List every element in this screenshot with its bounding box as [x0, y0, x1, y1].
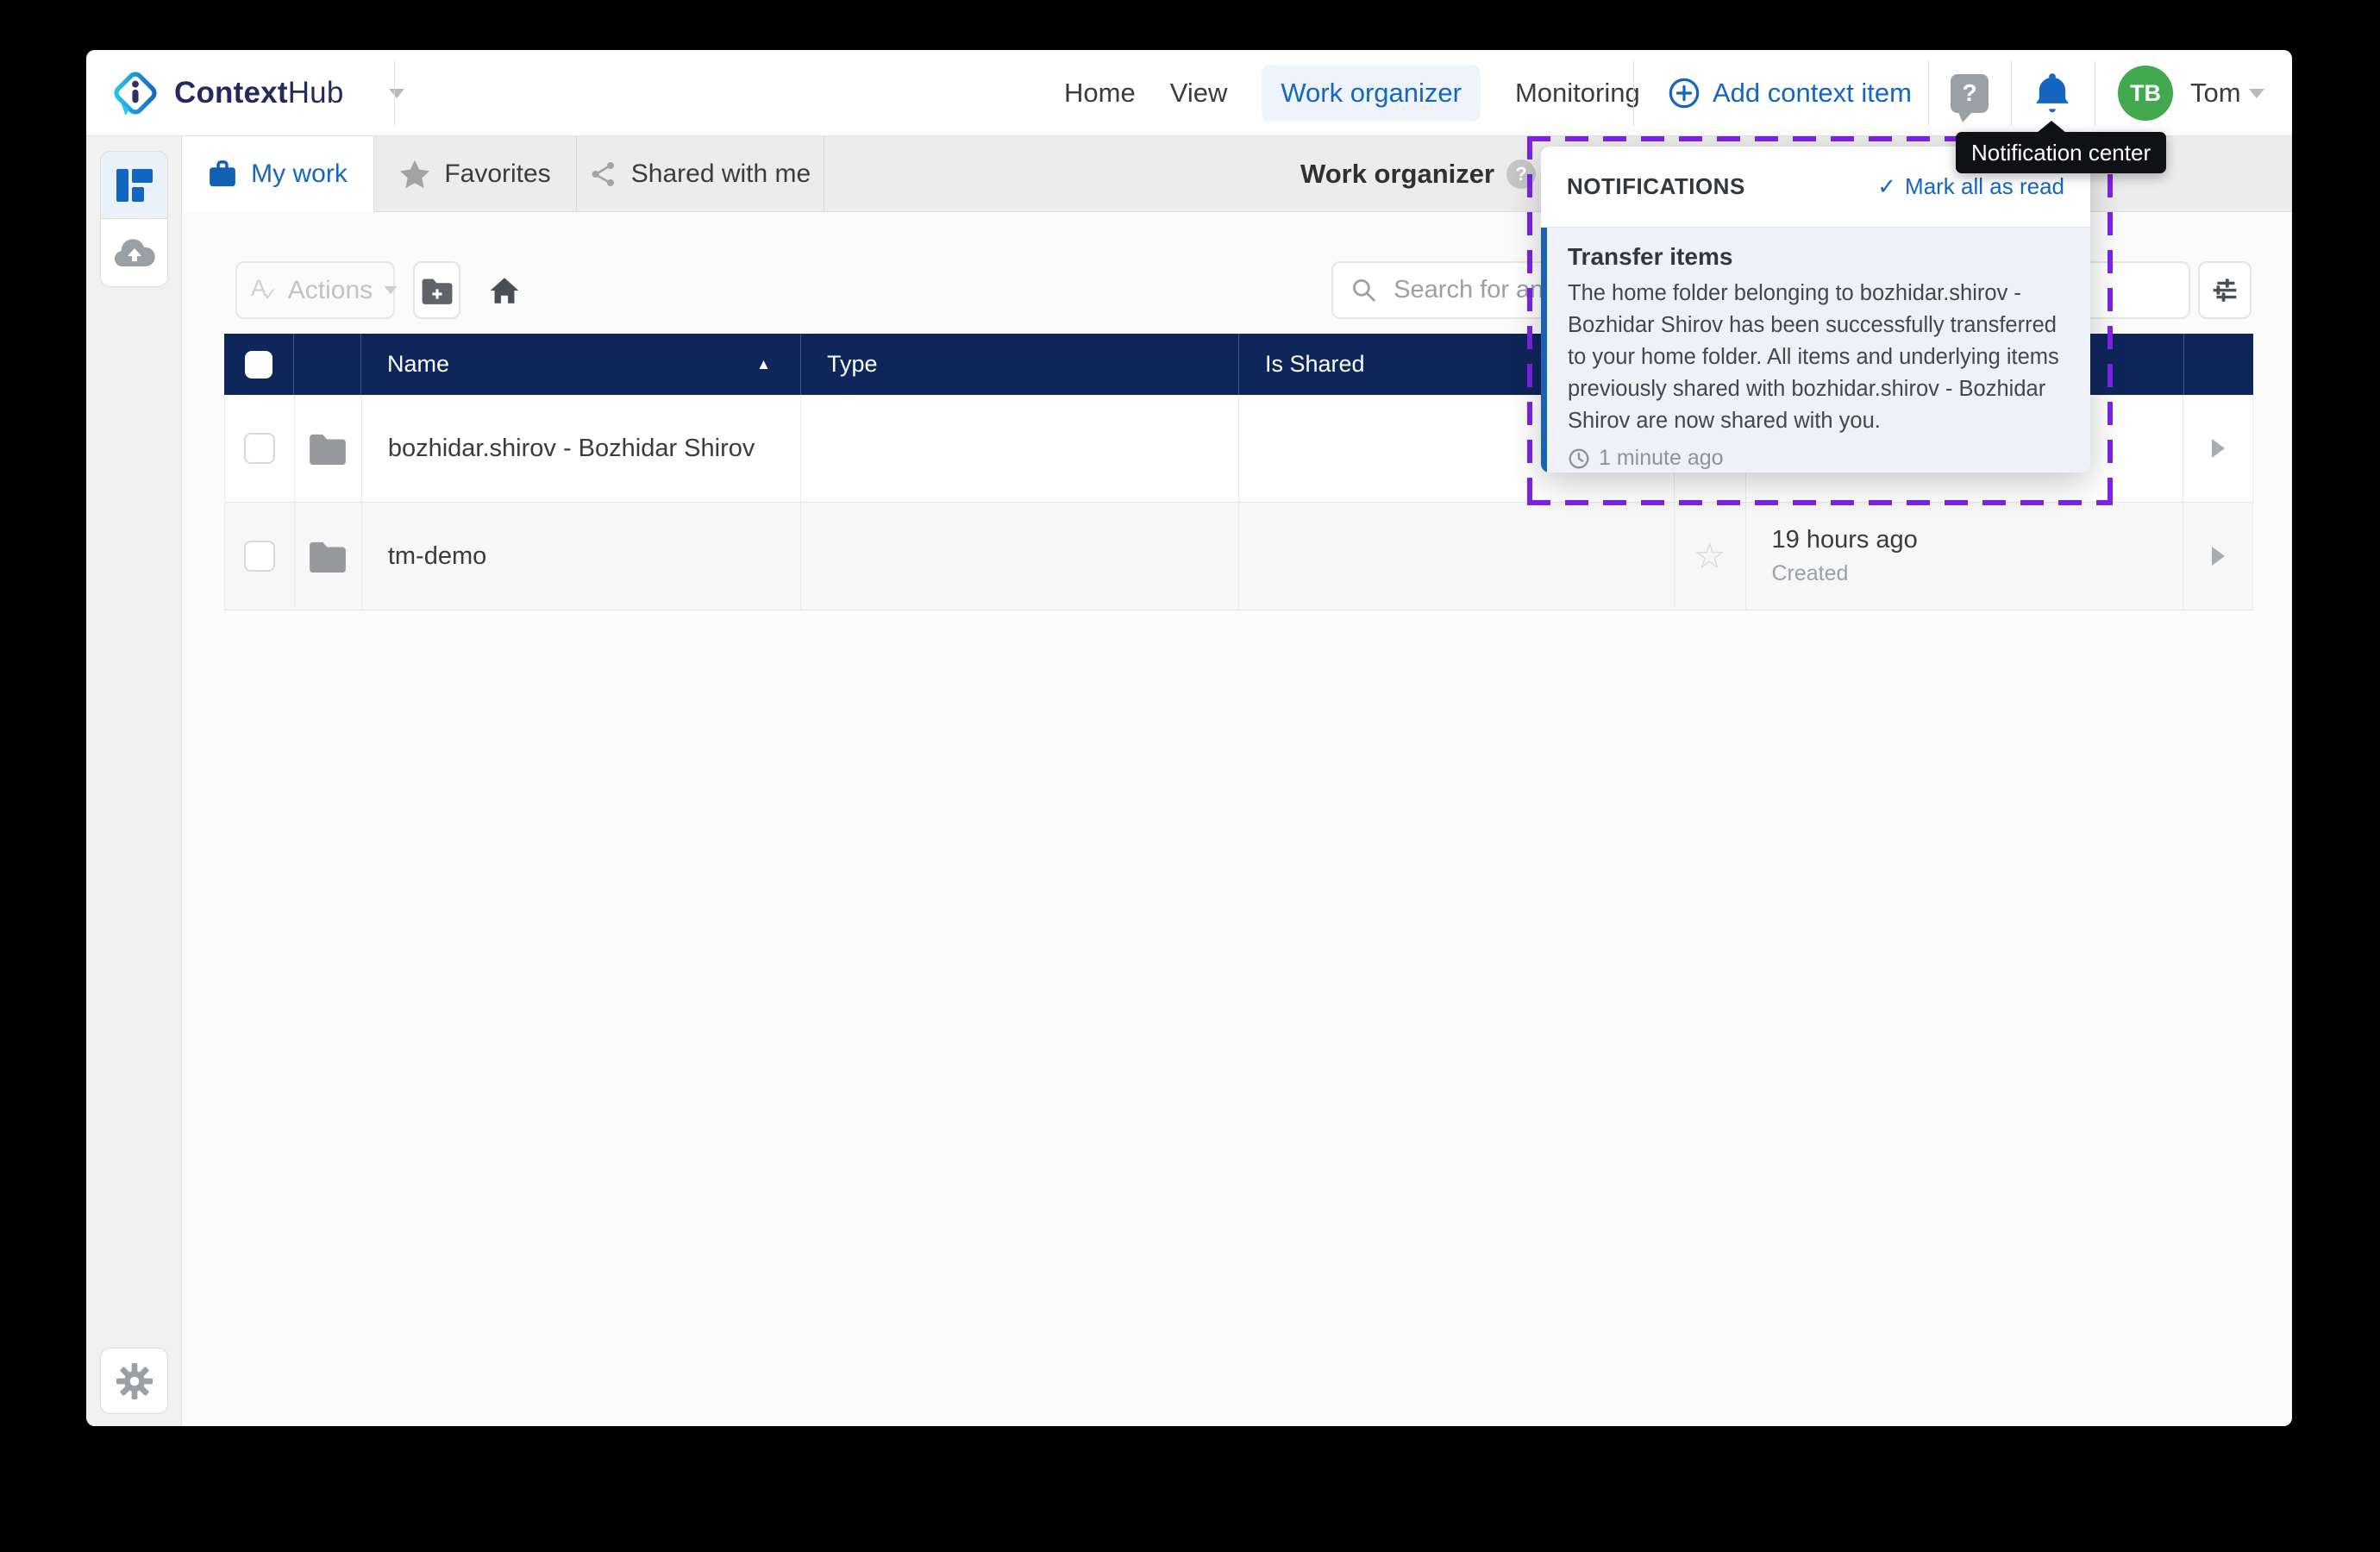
nav-item-work-organizer[interactable]: Work organizer	[1262, 65, 1481, 122]
navbar-divider	[394, 60, 395, 126]
row-expand-chevron-icon[interactable]	[2212, 547, 2225, 566]
tab-label: Shared with me	[631, 160, 811, 189]
nav-item-view[interactable]: View	[1170, 78, 1228, 109]
home-icon	[489, 276, 520, 305]
notifications-title: NOTIFICATIONS	[1567, 173, 1745, 200]
sliders-icon	[2208, 274, 2241, 307]
column-header-expand	[2183, 334, 2253, 395]
actions-label: Actions	[288, 276, 373, 305]
item-type	[800, 503, 1238, 610]
sidebar-item-work-organizer[interactable]	[101, 152, 167, 219]
mark-all-as-read-button[interactable]: ✓ Mark all as read	[1877, 173, 2064, 200]
app-window: ContextHub Home View Work organizer Moni…	[86, 50, 2292, 1426]
notification-body: The home folder belonging to bozhidar.sh…	[1568, 278, 2066, 437]
sidebar-button-group	[100, 151, 168, 287]
item-is-shared	[1238, 503, 1674, 610]
brand-chevron-down-icon	[389, 89, 404, 98]
new-folder-button[interactable]	[413, 261, 460, 319]
share-icon	[590, 160, 617, 189]
item-event: Created	[1772, 561, 1849, 586]
notification-center-panel: NOTIFICATIONS ✓ Mark all as read Transfe…	[1541, 147, 2090, 472]
user-menu[interactable]: TB	[2118, 50, 2173, 136]
notification-item[interactable]: Transfer items The home folder belonging…	[1541, 228, 2090, 472]
row-expand-chevron-icon[interactable]	[2212, 439, 2225, 458]
home-folder-button[interactable]	[480, 261, 528, 319]
actions-icon: A✓	[251, 275, 278, 305]
help-button[interactable]: ?	[1951, 50, 1989, 136]
tab-label: My work	[251, 160, 348, 189]
bell-icon	[2030, 71, 2075, 116]
item-name: bozhidar.shirov - Bozhidar Shirov	[361, 395, 801, 502]
star-icon	[399, 160, 430, 189]
notification-center-tooltip: Notification center	[1956, 132, 2166, 173]
top-navbar: ContextHub Home View Work organizer Moni…	[86, 50, 2292, 136]
page-help-icon[interactable]: ?	[1506, 160, 1536, 189]
nav-item-monitoring[interactable]: Monitoring	[1515, 78, 1640, 109]
actions-dropdown-button[interactable]: A✓ Actions	[235, 261, 395, 319]
user-chevron-down-icon[interactable]	[2249, 50, 2264, 136]
notification-title: Transfer items	[1568, 243, 2066, 271]
navbar-divider	[1633, 60, 1634, 126]
settings-button[interactable]	[100, 1348, 168, 1414]
favorite-star-icon[interactable]: ☆	[1694, 538, 1726, 574]
user-name[interactable]: Tom	[2190, 50, 2241, 136]
main-nav: Home View Work organizer Monitoring	[1064, 50, 1640, 136]
check-icon: ✓	[1877, 173, 1896, 200]
item-date-cell: 19 hours ago Created	[1745, 503, 2183, 610]
folder-plus-icon	[421, 277, 454, 304]
notification-timestamp: 1 minute ago	[1568, 446, 2066, 471]
item-type	[800, 395, 1238, 502]
avatar: TB	[2118, 66, 2173, 121]
actions-chevron-down-icon	[385, 286, 398, 294]
view-settings-button[interactable]	[2198, 261, 2252, 319]
layout-columns-icon	[115, 167, 154, 203]
cloud-upload-icon	[114, 237, 155, 268]
help-icon: ?	[1951, 74, 1989, 113]
table-row[interactable]: tm-demo ☆ 19 hours ago Created	[224, 503, 2253, 610]
page-title: Work organizer ?	[1300, 136, 1536, 212]
nav-item-home[interactable]: Home	[1064, 78, 1136, 109]
column-header-type[interactable]: Type	[800, 334, 1238, 395]
row-checkbox[interactable]	[244, 541, 275, 572]
sidebar-item-upload[interactable]	[101, 219, 167, 286]
add-context-item-button[interactable]: Add context item	[1668, 50, 1912, 136]
screenshot-frame: ContextHub Home View Work organizer Moni…	[0, 0, 2380, 1552]
contexthub-logo-icon	[112, 70, 159, 116]
column-header-name[interactable]: Name ▲	[360, 334, 800, 395]
row-checkbox[interactable]	[244, 433, 275, 464]
folder-icon	[308, 540, 348, 573]
item-date: 19 hours ago	[1772, 526, 1918, 554]
clock-icon	[1568, 447, 1590, 470]
tab-favorites[interactable]: Favorites	[374, 136, 577, 212]
search-icon	[1350, 276, 1378, 305]
left-sidebar	[86, 136, 182, 1426]
plus-circle-icon	[1668, 77, 1700, 110]
navbar-divider	[2011, 60, 2012, 126]
tab-my-work[interactable]: My work	[182, 136, 374, 212]
briefcase-icon	[208, 160, 237, 188]
tab-label: Favorites	[444, 160, 550, 189]
brand-menu[interactable]: ContextHub	[112, 50, 404, 136]
column-header-icon	[293, 334, 360, 395]
tab-shared-with-me[interactable]: Shared with me	[577, 136, 824, 212]
navbar-divider	[1928, 60, 1929, 126]
select-all-checkbox[interactable]	[224, 334, 293, 395]
gear-icon	[115, 1361, 154, 1401]
tooltip-arrow	[2037, 121, 2066, 133]
brand-name: ContextHub	[174, 76, 344, 110]
sort-asc-icon: ▲	[756, 356, 771, 373]
item-name: tm-demo	[361, 503, 801, 610]
folder-icon	[308, 432, 348, 465]
add-context-item-label: Add context item	[1713, 78, 1912, 109]
